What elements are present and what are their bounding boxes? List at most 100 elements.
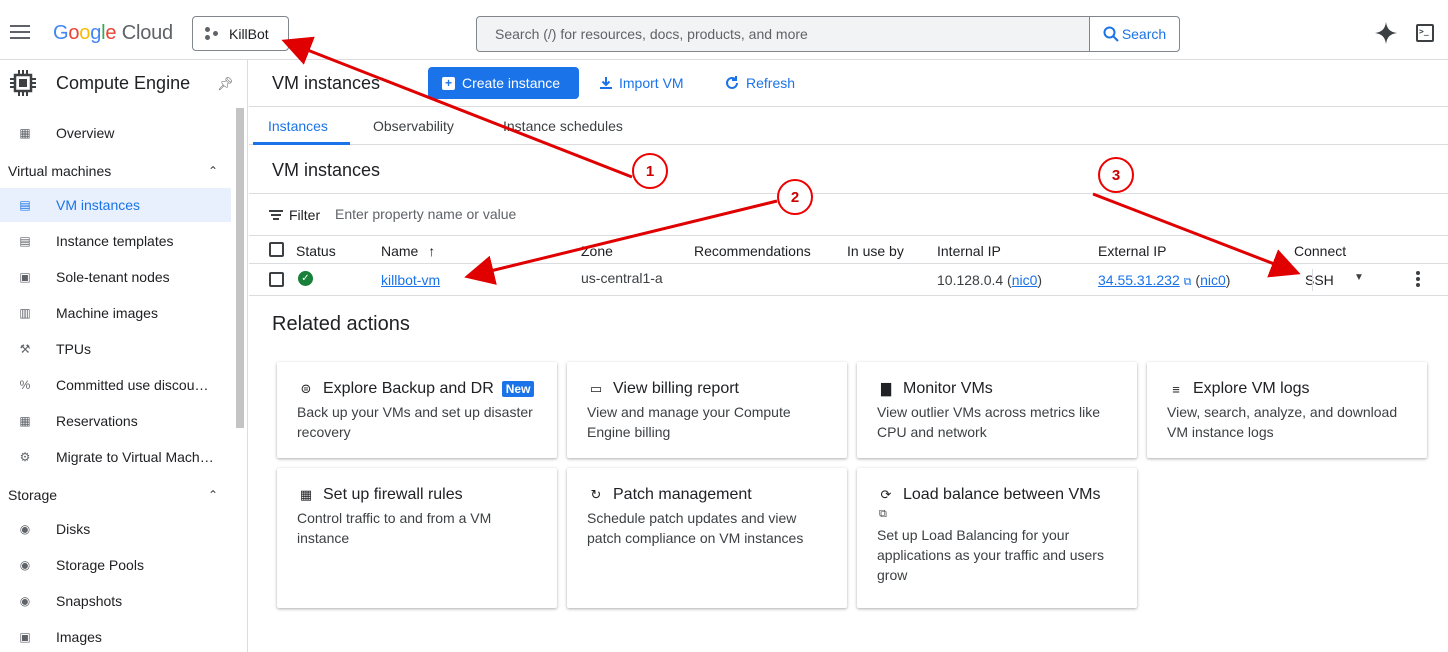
sidebar-item-instance-templates[interactable]: ▤ Instance templates — [0, 224, 231, 258]
sidebar-item-images[interactable]: ▣ Images — [0, 620, 231, 652]
card-firewall-rules[interactable]: ▦ Set up firewall rules Control traffic t… — [277, 468, 557, 608]
filter-input[interactable] — [335, 206, 735, 222]
annotation-marker-2: 2 — [777, 179, 813, 215]
sidebar-scrollbar[interactable] — [236, 108, 244, 428]
sidebar-item-label: Sole-tenant nodes — [56, 269, 170, 285]
gemini-icon[interactable] — [1375, 22, 1397, 44]
tab-observability[interactable]: Observability — [373, 118, 454, 134]
sidebar-item-storage-pools[interactable]: ◉ Storage Pools — [0, 548, 231, 582]
instance-zone: us-central1-a — [581, 270, 663, 286]
calendar-icon: ▦ — [19, 414, 31, 428]
row-checkbox[interactable] — [269, 272, 284, 287]
sidebar-item-reservations[interactable]: ▦ Reservations — [0, 404, 231, 438]
sidebar-item-migrate[interactable]: ⚙ Migrate to Virtual Mach… — [0, 440, 231, 474]
col-in-use-by[interactable]: In use by — [847, 243, 904, 259]
card-title: Explore Backup and DR — [323, 380, 494, 397]
internal-nic-link[interactable]: nic0 — [1012, 272, 1038, 288]
percent-icon: % — [19, 378, 31, 392]
card-monitor-vms[interactable]: ▇ Monitor VMs View outlier VMs across met… — [857, 362, 1137, 458]
ssh-dropdown-icon[interactable]: ▼ — [1354, 272, 1364, 283]
card-patch-management[interactable]: ↻ Patch management Schedule patch updates… — [567, 468, 847, 608]
sync-icon: ⟳ — [880, 487, 892, 502]
search-input[interactable] — [477, 17, 1089, 51]
external-nic-link[interactable]: nic0 — [1200, 272, 1226, 288]
filter-bar: Filter — [269, 206, 735, 223]
sidebar-item-label: TPUs — [56, 341, 91, 357]
top-bar: Google Cloud KillBot Search >_ — [0, 0, 1448, 60]
external-link-icon: ⧉ — [1183, 276, 1192, 288]
col-zone[interactable]: Zone — [581, 243, 613, 259]
instance-name-link[interactable]: killbot-vm — [381, 272, 440, 288]
create-instance-button[interactable]: + Create instance — [428, 67, 579, 99]
col-connect[interactable]: Connect — [1294, 243, 1346, 259]
card-load-balance[interactable]: ⟳ Load balance between VMs ⧉ Set up Load … — [857, 468, 1137, 608]
card-description: View, search, analyze, and download VM i… — [1167, 404, 1398, 440]
active-tab-indicator — [253, 142, 350, 145]
instances-section-title: VM instances — [272, 160, 381, 180]
dashboard-icon: ▦ — [19, 126, 31, 140]
sidebar-item-label: Reservations — [56, 413, 138, 429]
col-external-ip[interactable]: External IP — [1098, 243, 1166, 259]
sidebar: Compute Engine 📌︎ ▦ Overview Virtual mac… — [0, 60, 248, 652]
search-button[interactable]: Search — [1089, 17, 1179, 51]
col-recommendations[interactable]: Recommendations — [694, 243, 811, 259]
sidebar-header: Compute Engine 📌︎ — [0, 60, 247, 106]
ssh-button[interactable]: SSH — [1305, 272, 1334, 288]
sidebar-item-overview[interactable]: ▦ Overview — [0, 116, 231, 150]
table-header: Status Name ↑ Zone Recommendations In us… — [249, 235, 1448, 264]
sort-ascending-icon: ↑ — [428, 243, 436, 259]
sidebar-item-disks[interactable]: ◉ Disks — [0, 512, 231, 546]
card-vm-logs[interactable]: ≡ Explore VM logs View, search, analyze, … — [1147, 362, 1427, 458]
search-icon — [1103, 26, 1119, 42]
card-title: Monitor VMs — [903, 380, 993, 397]
col-status[interactable]: Status — [296, 243, 336, 259]
google-cloud-logo[interactable]: Google Cloud — [53, 22, 173, 45]
sidebar-item-sole-tenant-nodes[interactable]: ▣ Sole-tenant nodes — [0, 260, 231, 294]
card-backup-dr[interactable]: ⊜ Explore Backup and DR New Back up your V… — [277, 362, 557, 458]
col-internal-ip[interactable]: Internal IP — [937, 243, 1001, 259]
refresh-label: Refresh — [746, 75, 796, 91]
card-description: Back up your VMs and set up disaster rec… — [297, 404, 533, 440]
filter-label: Filter — [289, 207, 321, 223]
project-picker-button[interactable]: KillBot — [192, 16, 289, 51]
table-row: ✓ killbot-vm us-central1-a 10.128.0.4 (n… — [249, 264, 1448, 296]
project-name: KillBot — [229, 25, 269, 42]
page-title: VM instances — [272, 73, 381, 93]
refresh-icon — [726, 76, 738, 89]
disk-icon: ◉ — [19, 522, 31, 536]
card-description: Set up Load Balancing for your applicati… — [877, 527, 1104, 583]
internal-ip: 10.128.0.4 (nic0) — [937, 272, 1043, 288]
internal-ip-value: 10.128.0.4 — [937, 272, 1004, 288]
pin-icon[interactable]: 📌︎ — [217, 76, 234, 92]
filter-icon — [269, 208, 283, 222]
project-icon — [205, 26, 219, 41]
tab-instances[interactable]: Instances — [268, 118, 328, 134]
search-bar: Search — [476, 16, 1180, 52]
more-actions-icon[interactable] — [1415, 269, 1421, 289]
sidebar-item-vm-instances[interactable]: ▤ VM instances — [0, 188, 231, 222]
sidebar-item-tpus[interactable]: ⚒ TPUs — [0, 332, 231, 366]
patch-icon: ↻ — [590, 487, 602, 502]
col-name[interactable]: Name ↑ — [381, 243, 435, 259]
sidebar-item-committed-use-discounts[interactable]: % Committed use discou… — [0, 368, 231, 402]
billing-icon: ▭ — [589, 381, 603, 396]
sidebar-item-label: Images — [56, 629, 102, 645]
select-all-checkbox[interactable] — [269, 242, 284, 257]
card-title: Set up firewall rules — [323, 486, 463, 503]
search-button-label: Search — [1121, 26, 1167, 42]
sidebar-section-virtual-machines[interactable]: Virtual machines ⌃ — [8, 163, 218, 179]
tab-instance-schedules[interactable]: Instance schedules — [503, 118, 623, 134]
card-description: Control traffic to and from a VM instanc… — [297, 510, 492, 546]
refresh-button[interactable]: Refresh — [724, 75, 795, 91]
main-menu-icon[interactable] — [10, 25, 30, 39]
sidebar-section-storage[interactable]: Storage ⌃ — [8, 487, 218, 503]
card-billing-report[interactable]: ▭ View billing report View and manage you… — [567, 362, 847, 458]
sidebar-item-snapshots[interactable]: ◉ Snapshots — [0, 584, 231, 618]
import-vm-label: Import VM — [619, 75, 684, 91]
external-ip-link[interactable]: 34.55.31.232 — [1098, 272, 1180, 288]
related-actions-title: Related actions — [272, 313, 410, 335]
import-vm-button[interactable]: Import VM — [599, 75, 684, 91]
cloud-shell-icon[interactable]: >_ — [1416, 24, 1434, 42]
create-instance-label: Create instance — [462, 75, 561, 91]
sidebar-item-machine-images[interactable]: ▥ Machine images — [0, 296, 231, 330]
